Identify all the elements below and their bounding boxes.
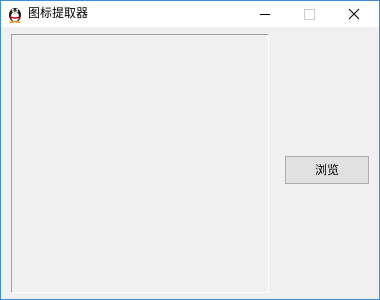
client-area: 浏览	[1, 27, 379, 299]
window-title: 图标提取器	[28, 6, 89, 20]
minimize-icon	[243, 1, 287, 27]
maximize-button	[287, 1, 331, 27]
browse-button[interactable]: 浏览	[285, 156, 369, 184]
close-button[interactable]	[332, 1, 376, 27]
icon-display-panel	[11, 34, 269, 293]
maximize-icon	[287, 1, 331, 27]
minimize-button[interactable]	[243, 1, 287, 27]
close-icon	[332, 1, 376, 27]
penguin-icon	[7, 5, 23, 23]
title-bar[interactable]: 图标提取器	[1, 1, 379, 27]
app-window: 图标提取器 浏览	[0, 0, 380, 300]
